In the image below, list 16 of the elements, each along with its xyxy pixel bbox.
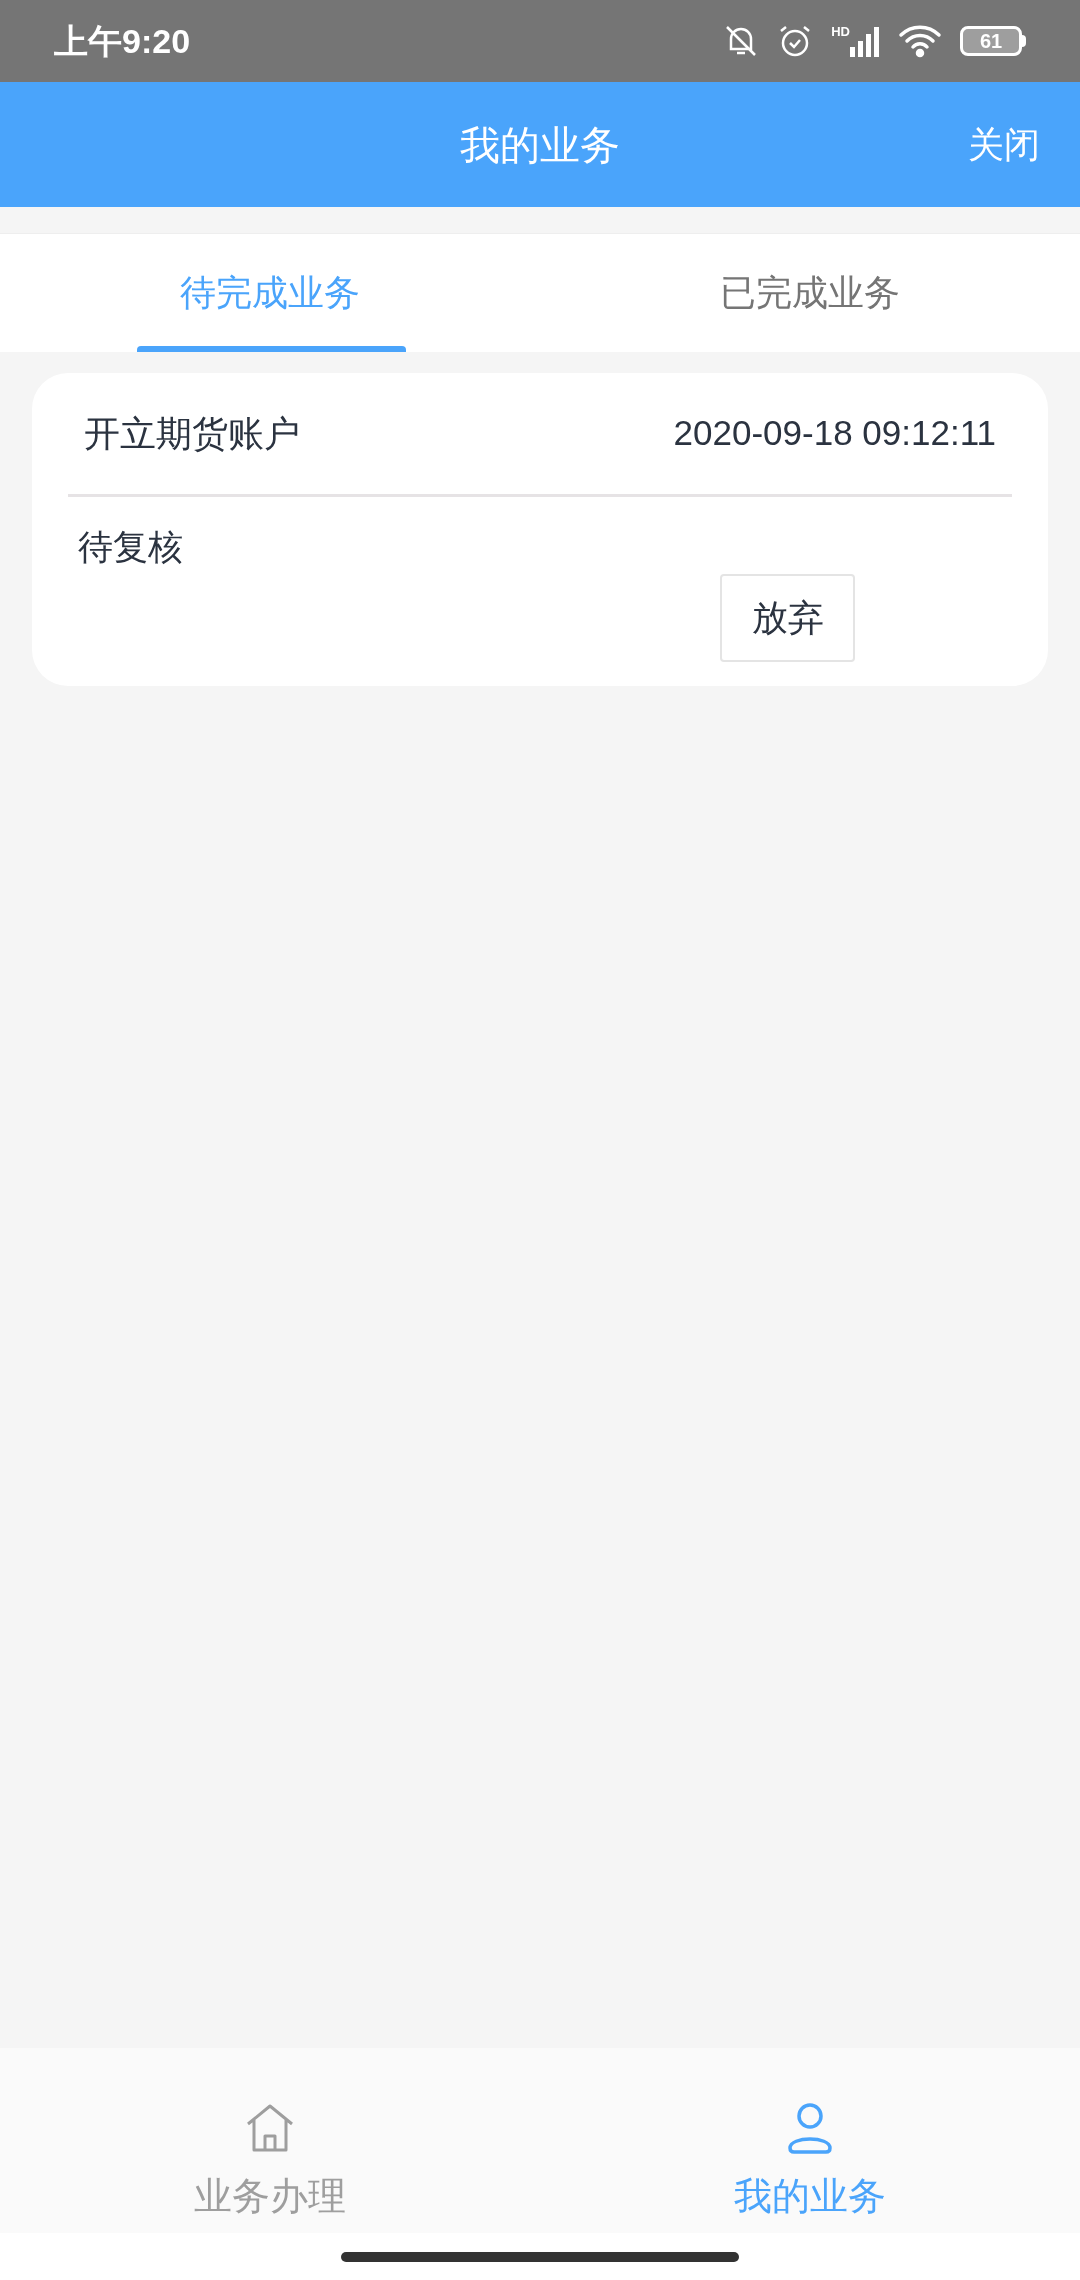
business-status: 待复核: [78, 527, 183, 566]
tab[interactable]: 待完成业务: [0, 234, 540, 352]
user-icon: [786, 2102, 834, 2154]
business-time: 2020-09-18 09:12:11: [673, 412, 996, 455]
home-icon: [244, 2102, 296, 2154]
business-title: 开立期货账户: [84, 411, 300, 456]
signal-icon: [850, 25, 880, 57]
wifi-icon: [898, 24, 942, 58]
tab[interactable]: 已完成业务: [540, 234, 1080, 352]
close-button[interactable]: 关闭: [968, 117, 1040, 172]
network-label: HD: [831, 25, 850, 38]
nav-item[interactable]: 我的业务: [540, 2048, 1080, 2233]
nav-item[interactable]: 业务办理: [0, 2048, 540, 2233]
status-time: 上午9:20: [54, 20, 191, 62]
header-title: 我的业务: [460, 121, 620, 169]
abandon-button[interactable]: 放弃: [720, 573, 855, 662]
